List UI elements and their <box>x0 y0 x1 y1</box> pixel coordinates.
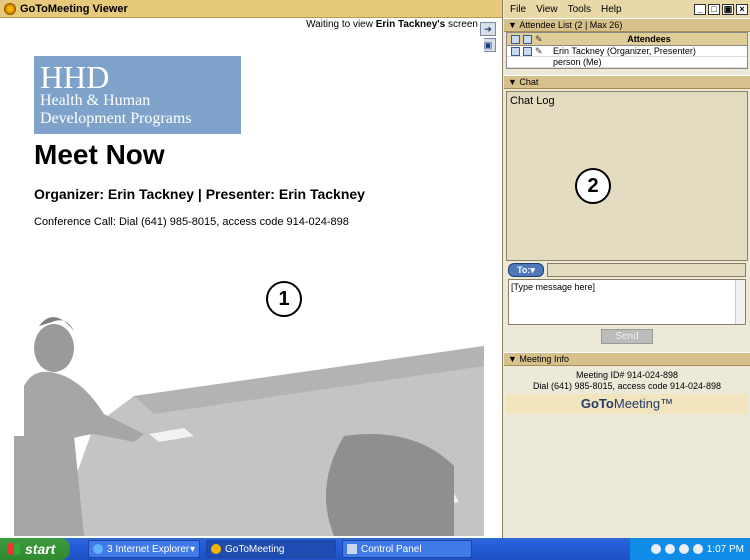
hhd-logo-line1: HHD <box>40 59 110 95</box>
attendee-header-icons: ✎ <box>507 33 551 44</box>
task-label: GoToMeeting <box>225 543 285 555</box>
attendee-table-header: ✎ Attendees <box>507 33 747 46</box>
meeting-info: Meeting ID# 914-024-898 Dial (641) 985-8… <box>506 368 748 392</box>
tray-icon[interactable] <box>678 544 689 554</box>
tray-icon[interactable] <box>664 544 675 554</box>
taskbar-item-gotomeeting[interactable]: GoToMeeting <box>206 540 336 558</box>
meeting-id: Meeting ID# 914-024-898 <box>575 370 679 380</box>
chat-section-title: Chat <box>519 77 539 87</box>
attendee-row-icons: ✎ <box>507 45 551 56</box>
tray-icon[interactable] <box>692 544 703 554</box>
to-button-label: To: <box>517 265 531 275</box>
taskbar-item-control-panel[interactable]: Control Panel <box>342 540 472 558</box>
arrow-right-icon[interactable]: ➜ <box>480 22 496 36</box>
to-recipient-button[interactable]: To:▾ <box>508 263 544 277</box>
system-tray: 1:07 PM <box>630 538 750 560</box>
send-button[interactable]: Send <box>601 329 653 344</box>
chat-log-label: Chat Log <box>510 95 555 107</box>
gotomeeting-brand: GoToMeeting™ <box>506 394 748 414</box>
taskbar: start 3 Internet Explorer ▾ GoToMeeting … <box>0 538 750 560</box>
menu-file[interactable]: File <box>510 4 526 15</box>
task-label: Control Panel <box>361 543 422 555</box>
keyboard-icon <box>523 34 532 44</box>
screen: GoToMeeting Viewer Waiting to view Erin … <box>0 0 750 560</box>
control-panel: File View Tools Help _ □ ▣ × ▼ Attendee … <box>504 0 750 538</box>
organizer-line: Organizer: Erin Tackney | Presenter: Eri… <box>34 186 365 202</box>
collapse-triangle-icon: ▼ <box>508 354 520 364</box>
task-label: 3 Internet Explorer <box>107 543 190 555</box>
viewer-window: GoToMeeting Viewer Waiting to view Erin … <box>0 0 503 538</box>
control-panel-icon <box>347 544 357 554</box>
close-icon[interactable]: × <box>736 3 748 15</box>
gotomeeting-logo-icon <box>4 2 16 15</box>
meeting-illustration <box>14 317 484 536</box>
window-controls: _ □ ▣ × <box>694 3 750 15</box>
status-prefix: Waiting to view <box>306 19 376 30</box>
taskbar-item-internet-explorer[interactable]: 3 Internet Explorer ▾ <box>88 540 200 558</box>
chevron-down-icon: ▾ <box>189 543 195 555</box>
attendee-row[interactable]: person (Me) <box>507 57 747 68</box>
attendee-section-header[interactable]: ▼ Attendee List (2 | Max 26) <box>504 18 750 32</box>
start-label: start <box>25 541 56 557</box>
viewer-status: Waiting to view Erin Tackney's screen <box>0 19 502 35</box>
attendee-row[interactable]: ✎ Erin Tackney (Organizer, Presenter) <box>507 46 747 57</box>
clock[interactable]: 1:07 PM <box>707 544 744 555</box>
pencil-icon: ✎ <box>535 33 543 44</box>
screen-icon <box>511 34 520 44</box>
brand-rest: Meeting™ <box>613 396 674 411</box>
meeting-info-title: Meeting Info <box>519 354 569 364</box>
ie-icon <box>93 544 103 554</box>
page-title: Meet Now <box>34 139 165 170</box>
menu-bar: File View Tools Help _ □ ▣ × <box>504 0 750 18</box>
gotomeeting-icon <box>211 544 221 554</box>
minimize-icon[interactable]: _ <box>694 3 706 15</box>
message-placeholder: [Type message here] <box>511 282 596 292</box>
tray-icon[interactable] <box>650 544 661 554</box>
chat-section-header[interactable]: ▼ Chat <box>504 75 750 89</box>
restore-icon[interactable]: □ <box>708 3 720 15</box>
attendees-column-header[interactable]: Attendees <box>551 34 747 44</box>
menu-help[interactable]: Help <box>601 4 622 15</box>
windows-flag-icon <box>8 543 20 555</box>
meeting-info-header[interactable]: ▼ Meeting Info <box>504 352 750 366</box>
screen-icon <box>511 46 520 56</box>
attendee-name: person (Me) <box>553 57 602 67</box>
viewer-title: GoToMeeting Viewer <box>20 2 128 15</box>
hhd-logo: HHD Health & Human Development Programs <box>34 56 241 134</box>
pencil-icon: ✎ <box>535 45 543 56</box>
chat-message-input[interactable]: [Type message here] <box>508 279 746 325</box>
status-suffix: screen <box>445 19 478 30</box>
attendee-table: ✎ Attendees ✎ Erin Tackney (Organizer, P… <box>506 32 748 69</box>
chat-recipient-row: To:▾ <box>508 263 746 277</box>
status-presenter-name: Erin Tackney's <box>375 19 446 30</box>
viewer-title-bar[interactable]: GoToMeeting Viewer <box>0 0 502 18</box>
attendee-section-title: Attendee List (2 | Max 26) <box>519 20 623 30</box>
collapse-triangle-icon: ▼ <box>508 77 520 87</box>
menu-tools[interactable]: Tools <box>568 4 591 15</box>
collapse-triangle-icon: ▼ <box>508 20 520 30</box>
brand-bold: GoTo <box>580 396 614 411</box>
chat-log[interactable]: Chat Log 2 <box>506 91 748 261</box>
recipient-field[interactable] <box>547 263 746 277</box>
hhd-logo-line2: Health & Human <box>40 92 151 109</box>
callout-badge-2: 2 <box>575 168 611 204</box>
conference-call-line: Conference Call: Dial (641) 985-8015, ac… <box>34 216 349 228</box>
meeting-dial: Dial (641) 985-8015, access code 914-024… <box>532 381 722 391</box>
menu-view[interactable]: View <box>536 4 558 15</box>
attendee-name: Erin Tackney (Organizer, Presenter) <box>553 46 696 56</box>
keyboard-icon <box>523 46 532 56</box>
start-button[interactable]: start <box>0 538 70 560</box>
float-icon[interactable]: ▣ <box>722 3 734 15</box>
message-scrollbar[interactable] <box>735 280 745 324</box>
callout-badge-1: 1 <box>266 281 302 317</box>
shared-screen-area: HHD Health & Human Development Programs … <box>14 36 484 536</box>
hhd-logo-line3: Development Programs <box>40 110 192 127</box>
